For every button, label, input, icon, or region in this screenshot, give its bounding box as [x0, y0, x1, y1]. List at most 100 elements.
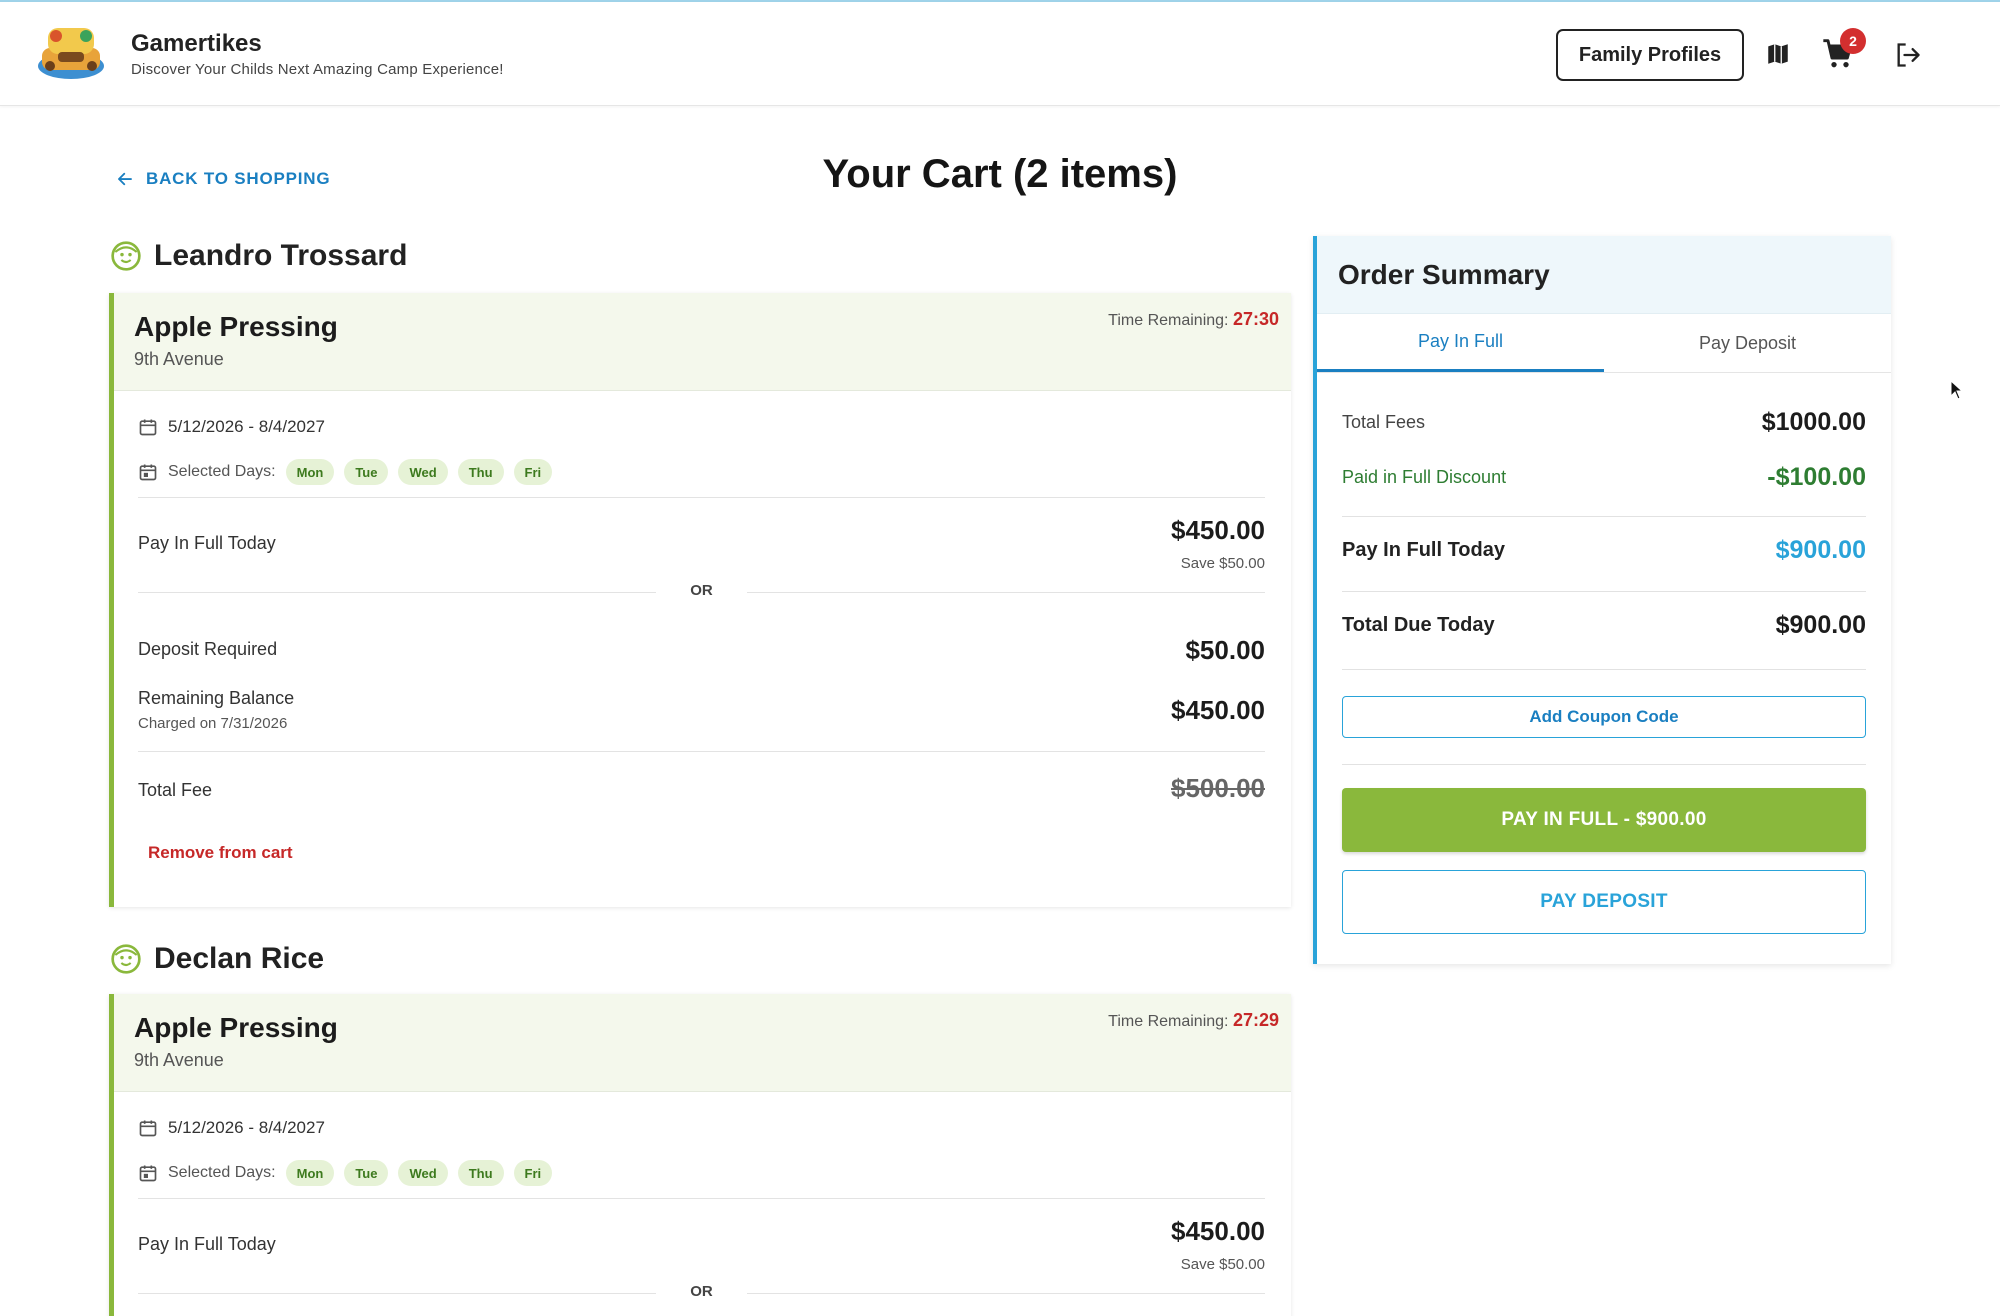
calendar-day-icon [139, 1165, 157, 1182]
calendar-icon [139, 419, 157, 436]
pay-today-value: $900.00 [1775, 536, 1866, 564]
divider [138, 751, 1265, 752]
child-face-icon [111, 944, 141, 974]
camp-header: Apple Pressing 9th Avenue Time Remaining… [114, 994, 1291, 1092]
camp-logo[interactable] [36, 22, 106, 80]
remaining-balance-note: Charged on 7/31/2026 [138, 715, 288, 732]
child-name: Declan Rice [154, 942, 325, 975]
day-chip: Mon [285, 1160, 335, 1186]
back-label: BACK TO SHOPPING [146, 169, 331, 188]
cart-item-card: Apple Pressing 9th Avenue Time Remaining… [109, 293, 1291, 907]
deposit-label: Deposit Required [138, 639, 278, 659]
add-coupon-button[interactable]: Add Coupon Code [1342, 696, 1866, 738]
brand-title: Gamertikes [131, 30, 262, 57]
total-due-value: $900.00 [1775, 611, 1866, 639]
arrow-left-icon [118, 172, 132, 186]
camp-location: 9th Avenue [134, 1050, 224, 1070]
pay-full-amount: $450.00 [1171, 1216, 1265, 1246]
or-label: OR [690, 582, 713, 599]
pay-full-savings: Save $50.00 [1180, 1256, 1265, 1273]
map-icon[interactable] [1762, 38, 1794, 70]
pay-full-label: Pay In Full Today [138, 533, 276, 553]
camp-location: 9th Avenue [134, 349, 224, 369]
or-divider: OR [138, 1283, 1265, 1303]
divider [138, 1198, 1265, 1199]
divider [1342, 669, 1866, 670]
pay-full-label: Pay In Full Today [138, 1234, 276, 1254]
page-title: Your Cart (2 items) [822, 152, 1178, 196]
calendar-day-icon [139, 464, 157, 481]
or-label: OR [690, 1283, 713, 1300]
date-range-text: 5/12/2026 - 8/4/2027 [168, 417, 325, 436]
day-chip: Mon [285, 459, 335, 485]
child-heading: Leandro Trossard [110, 236, 407, 276]
pay-in-full-button[interactable]: PAY IN FULL - $900.00 [1342, 788, 1866, 852]
total-fee-amount: $500.00 [1171, 773, 1265, 803]
pay-full-savings: Save $50.00 [1180, 555, 1265, 572]
camp-name: Apple Pressing [134, 1012, 338, 1043]
selected-days: Selected Days: Mon Tue Wed Thu Fri [138, 459, 553, 485]
total-fees-row: Total Fees $1000.00 [1342, 408, 1866, 437]
day-chip: Thu [457, 1160, 504, 1186]
pay-full-amount: $450.00 [1171, 515, 1265, 545]
day-chip: Fri [513, 459, 553, 485]
time-remaining-value: 27:29 [1232, 1010, 1279, 1030]
day-chip: Fri [513, 1160, 553, 1186]
child-heading: Declan Rice [110, 939, 324, 979]
time-remaining: Time Remaining: 27:29 [1108, 1010, 1279, 1031]
time-remaining: Time Remaining: 27:30 [1108, 309, 1279, 330]
day-chip: Wed [398, 459, 448, 485]
child-name: Leandro Trossard [154, 239, 408, 272]
logout-icon[interactable] [1891, 38, 1925, 72]
total-due-row: Total Due Today $900.00 [1342, 611, 1866, 640]
camp-header: Apple Pressing 9th Avenue Time Remaining… [114, 293, 1291, 391]
time-remaining-label: Time Remaining: [1108, 312, 1229, 329]
payment-tabs: Pay In Full Pay Deposit [1317, 314, 1891, 373]
brand-subtitle: Discover Your Childs Next Amazing Camp E… [131, 61, 504, 78]
time-remaining-label: Time Remaining: [1108, 1013, 1229, 1030]
remove-from-cart-button[interactable]: Remove from cart [148, 843, 293, 863]
total-fees-label: Total Fees [1342, 412, 1426, 432]
cart-count-badge: 2 [1840, 28, 1866, 54]
selected-days: Selected Days: Mon Tue Wed Thu Fri [138, 1160, 553, 1186]
day-chip: Tue [344, 1160, 389, 1186]
remaining-balance-label: Remaining Balance [138, 688, 295, 708]
discount-label: Paid in Full Discount [1342, 467, 1507, 487]
back-to-shopping-link[interactable]: BACK TO SHOPPING [116, 166, 330, 192]
or-divider: OR [138, 582, 1265, 602]
total-due-label: Total Due Today [1342, 614, 1495, 636]
pay-today-label: Pay In Full Today [1342, 539, 1505, 561]
tab-pay-in-full[interactable]: Pay In Full [1317, 314, 1604, 372]
cart-item-card: Apple Pressing 9th Avenue Time Remaining… [109, 994, 1291, 1316]
day-chip: Tue [344, 459, 389, 485]
tab-pay-deposit[interactable]: Pay Deposit [1604, 314, 1891, 372]
day-chip: Thu [457, 459, 504, 485]
selected-days-label: Selected Days: [168, 463, 276, 480]
discount-value: -$100.00 [1767, 463, 1866, 491]
selected-days-label: Selected Days: [168, 1164, 276, 1181]
date-range: 5/12/2026 - 8/4/2027 [138, 1118, 325, 1138]
order-summary-panel: Order Summary Pay In Full Pay Deposit To… [1313, 236, 1891, 964]
family-profiles-button[interactable]: Family Profiles [1556, 29, 1744, 81]
calendar-icon [139, 1120, 157, 1137]
pay-today-row: Pay In Full Today $900.00 [1342, 536, 1866, 565]
date-range: 5/12/2026 - 8/4/2027 [138, 417, 325, 437]
app-header: Gamertikes Discover Your Childs Next Ama… [0, 2, 2000, 106]
divider [1342, 591, 1866, 592]
order-summary-title: Order Summary [1317, 236, 1891, 314]
divider [1342, 516, 1866, 517]
date-range-text: 5/12/2026 - 8/4/2027 [168, 1118, 325, 1137]
child-face-icon [111, 241, 141, 271]
deposit-amount: $50.00 [1185, 635, 1265, 665]
discount-row: Paid in Full Discount -$100.00 [1342, 463, 1866, 492]
pay-deposit-button[interactable]: PAY DEPOSIT [1342, 870, 1866, 934]
day-chip: Wed [398, 1160, 448, 1186]
mouse-cursor-icon [1950, 379, 1964, 400]
remaining-balance-amount: $450.00 [1171, 695, 1265, 725]
total-fee-label: Total Fee [138, 780, 213, 800]
total-fees-value: $1000.00 [1761, 408, 1866, 436]
divider [138, 497, 1265, 498]
divider [1342, 764, 1866, 765]
time-remaining-value: 27:30 [1232, 309, 1279, 329]
camp-name: Apple Pressing [134, 311, 338, 342]
